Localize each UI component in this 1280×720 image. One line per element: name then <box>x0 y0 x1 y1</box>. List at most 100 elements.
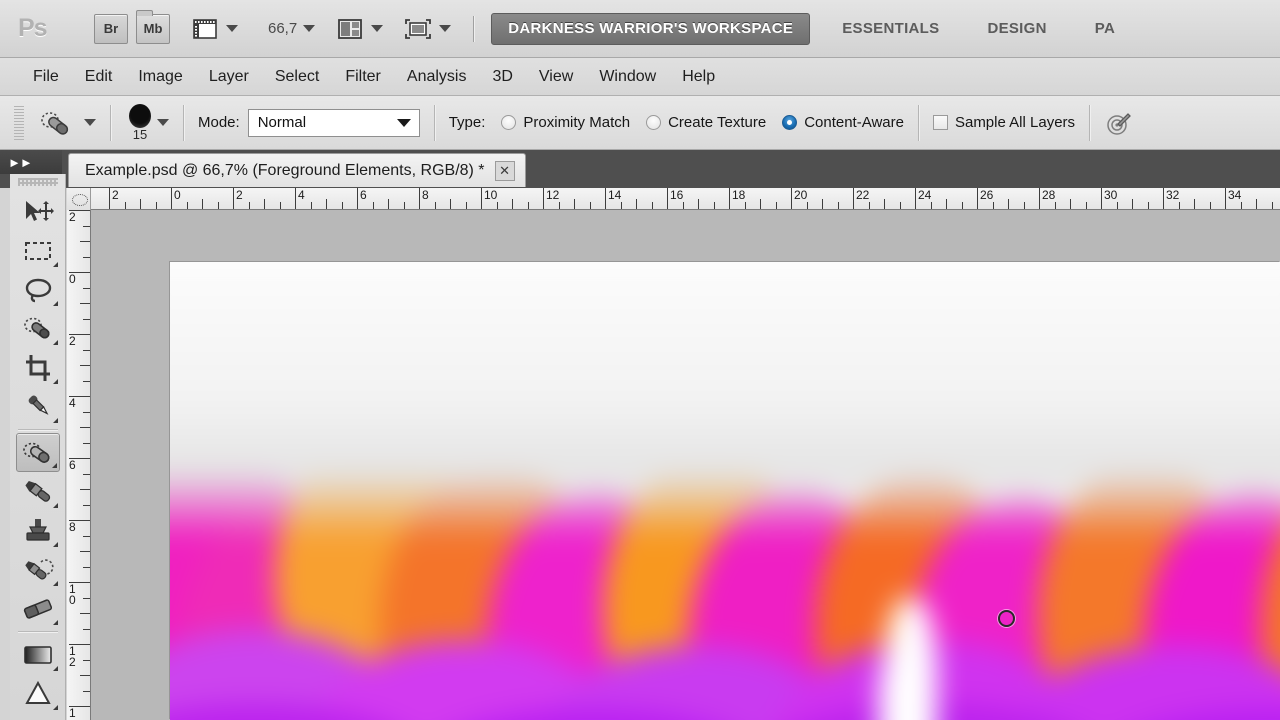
checkbox-sample-all-layers[interactable]: Sample All Layers <box>932 114 1075 131</box>
brush-tool[interactable] <box>16 472 60 511</box>
crop-tool[interactable] <box>16 348 60 387</box>
spot-healing-brush-tool[interactable] <box>15 433 60 472</box>
flyout-corner-icon <box>52 666 58 671</box>
ruler-tick-major <box>1225 188 1226 209</box>
ruler-tick-minor <box>1116 202 1118 209</box>
ruler-tick-minor <box>806 202 808 209</box>
ruler-tick-minor <box>1132 199 1133 209</box>
ruler-tick-minor <box>248 202 250 209</box>
radio-create-texture[interactable]: Create Texture <box>646 114 766 131</box>
ruler-tick-minor <box>682 202 684 209</box>
flyout-corner-icon <box>52 418 58 423</box>
dodge-tool[interactable] <box>16 713 60 720</box>
move-tool[interactable] <box>16 192 60 231</box>
eraser-tool[interactable] <box>16 589 60 628</box>
radio-content-aware[interactable]: Content-Aware <box>782 114 904 131</box>
menu-3d[interactable]: 3D <box>479 64 525 90</box>
ruler-tick-minor <box>1194 199 1195 209</box>
menu-analysis[interactable]: Analysis <box>394 64 480 90</box>
horizontal-ruler[interactable]: 2 0 2 4 6 8 10 12 14 16 18 20 22 24 26 28 30 32 34 <box>67 188 1280 210</box>
vertical-ruler[interactable]: 2 0 2 4 6 8 10 12 1 <box>67 210 91 720</box>
ruler-tick-minor <box>80 241 90 242</box>
brush-picker-chevron-down-icon[interactable] <box>157 119 169 126</box>
rectangular-marquee-tool[interactable] <box>16 231 60 270</box>
double-chevron-right-icon: ►► <box>8 154 33 170</box>
arrange-documents-group[interactable] <box>335 15 384 43</box>
screen-mode-icon[interactable] <box>403 15 433 43</box>
ruler-tick-major <box>977 188 978 209</box>
document-canvas[interactable] <box>170 262 1280 720</box>
ruler-tick-minor <box>1085 202 1087 209</box>
toolbox-drag-handle[interactable] <box>17 178 58 186</box>
history-brush-tool[interactable] <box>16 550 60 589</box>
eyedropper-tool[interactable] <box>16 387 60 426</box>
ruler-tick-major <box>1039 188 1040 209</box>
menu-layer[interactable]: Layer <box>196 64 262 90</box>
ruler-label-h: 30 <box>1104 188 1118 202</box>
zoom-level-value[interactable]: 66,7 <box>268 20 297 37</box>
brush-preview[interactable]: 15 <box>129 103 151 142</box>
lasso-tool[interactable] <box>16 270 60 309</box>
workspace-tab-design[interactable]: DESIGN <box>971 13 1062 45</box>
menu-help[interactable]: Help <box>669 64 728 90</box>
ruler-tick-major <box>1101 188 1102 209</box>
ruler-tick-major <box>853 188 854 209</box>
application-bar: Ps Br Mb 66,7 DARKNESS WARRIOR'S WORKSPA… <box>0 0 1280 58</box>
launch-mini-bridge-button[interactable]: Mb <box>136 9 170 44</box>
ruler-tick-minor <box>512 199 513 209</box>
zoom-chevron-down-icon[interactable] <box>303 25 316 32</box>
gradient-tool[interactable] <box>16 635 60 674</box>
canvas-area[interactable]: 2 0 2 4 6 8 10 12 14 16 18 20 22 24 26 28 30 32 34 2024681… <box>67 188 1280 720</box>
radio-proximity-match[interactable]: Proximity Match <box>501 114 630 131</box>
workspace-tab-essentials[interactable]: ESSENTIALS <box>826 13 955 45</box>
ruler-tick-minor <box>403 202 405 209</box>
ruler-tick-minor <box>80 613 90 614</box>
arrange-chevron-down-icon[interactable] <box>371 25 384 32</box>
menu-edit[interactable]: Edit <box>72 64 126 90</box>
view-extras-icon[interactable] <box>190 15 220 43</box>
ruler-tick-major <box>667 188 668 209</box>
document-tab[interactable]: Example.psd @ 66,7% (Foreground Elements… <box>68 153 526 187</box>
workspace-tab-custom[interactable]: DARKNESS WARRIOR'S WORKSPACE <box>491 12 811 45</box>
expand-panels-button[interactable]: ►► <box>0 150 62 174</box>
menu-view[interactable]: View <box>526 64 586 90</box>
flyout-corner-icon <box>52 262 58 267</box>
menu-file[interactable]: File <box>20 64 72 90</box>
view-extras-group[interactable] <box>190 15 238 43</box>
document-tab-title: Example.psd @ 66,7% (Foreground Elements… <box>85 161 485 179</box>
ruler-tick-minor <box>1256 199 1257 209</box>
radio-content-aware-indicator <box>782 115 798 130</box>
options-bar-drag-handle[interactable] <box>14 105 24 140</box>
blur-tool[interactable] <box>16 674 60 713</box>
clone-stamp-tool[interactable] <box>16 511 60 550</box>
ruler-tick-major <box>109 188 110 209</box>
ruler-tick-minor <box>83 349 90 351</box>
radio-content-aware-label: Content-Aware <box>804 114 904 131</box>
mode-chevron-down-icon <box>396 118 411 127</box>
radio-proximity-match-indicator <box>501 115 517 130</box>
ruler-label-h: 10 <box>484 188 498 202</box>
menu-select[interactable]: Select <box>262 64 332 90</box>
screen-mode-group[interactable] <box>403 15 452 43</box>
airbrush-pressure-icon[interactable] <box>1104 108 1134 138</box>
spot-healing-brush-icon[interactable] <box>34 106 78 140</box>
menu-image[interactable]: Image <box>125 64 195 90</box>
menu-window[interactable]: Window <box>586 64 669 90</box>
ruler-label-h: 0 <box>174 188 181 202</box>
ruler-tick-major <box>605 188 606 209</box>
arrange-documents-icon[interactable] <box>335 15 365 43</box>
close-icon[interactable]: ✕ <box>494 160 515 181</box>
quick-selection-tool[interactable] <box>16 309 60 348</box>
menu-filter[interactable]: Filter <box>332 64 394 90</box>
ruler-tick-minor <box>946 199 947 209</box>
tool-preset-chevron-down-icon[interactable] <box>84 119 96 126</box>
workspace-tab-painting[interactable]: PA <box>1079 13 1131 45</box>
ruler-tick-minor <box>83 287 90 289</box>
ruler-tick-minor <box>83 659 90 661</box>
ruler-label-v: 6 <box>69 458 76 472</box>
screen-mode-chevron-down-icon[interactable] <box>439 25 452 32</box>
ruler-origin-corner[interactable] <box>67 188 91 210</box>
mode-select[interactable]: Normal <box>247 108 420 137</box>
view-extras-chevron-down-icon[interactable] <box>226 25 238 32</box>
launch-bridge-button[interactable]: Br <box>94 13 128 44</box>
